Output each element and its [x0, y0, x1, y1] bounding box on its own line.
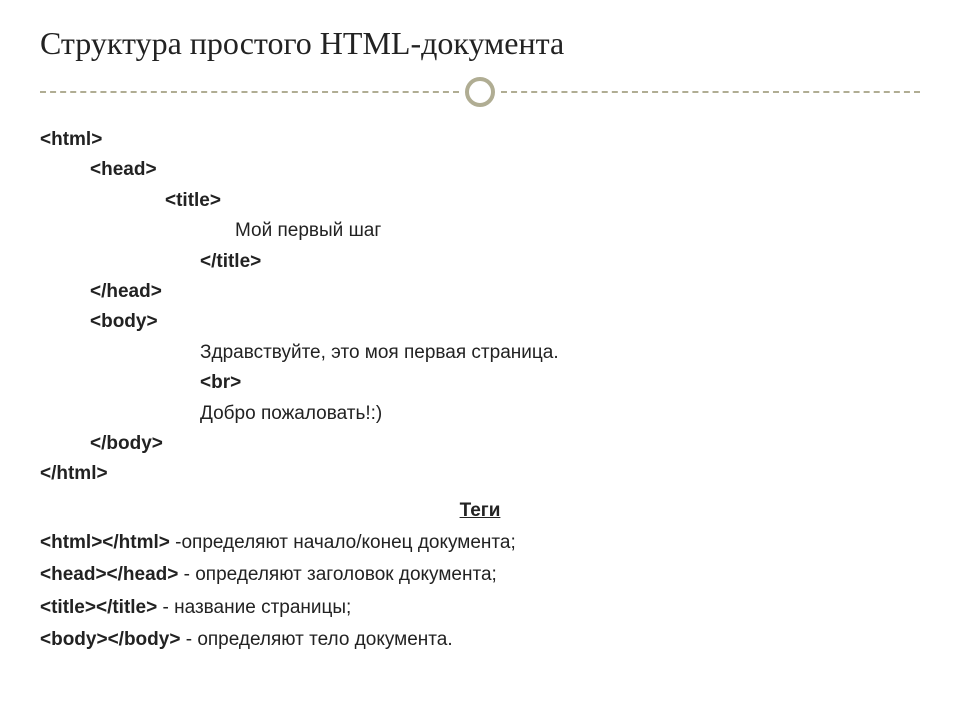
- code-body-br: <br>: [40, 368, 920, 398]
- desc-head: <head></head> - определяют заголовок док…: [40, 560, 920, 590]
- code-title-open: <title>: [40, 186, 920, 216]
- divider: [40, 77, 920, 107]
- code-body-close: </body>: [40, 429, 920, 459]
- desc-title-text: - название страницы;: [157, 597, 351, 618]
- code-head-close: </head>: [40, 277, 920, 307]
- code-body-line1: Здравствуйте, это моя первая страница.: [40, 338, 920, 368]
- desc-html: <html></html> -определяют начало/конец д…: [40, 528, 920, 558]
- desc-html-text: -определяют начало/конец документа;: [170, 532, 516, 553]
- divider-line-left: [40, 91, 459, 93]
- code-head-open: <head>: [40, 155, 920, 185]
- divider-line-right: [501, 91, 920, 93]
- desc-body-text: - определяют тело документа.: [180, 629, 452, 650]
- slide-container: Структура простого HTML-документа <html>…: [0, 0, 960, 720]
- desc-body: <body></body> - определяют тело документ…: [40, 625, 920, 655]
- code-html-open: <html>: [40, 125, 920, 155]
- tag-title: <title></title>: [40, 597, 157, 618]
- tag-html: <html></html>: [40, 532, 170, 553]
- circle-icon: [465, 77, 495, 107]
- code-body-open: <body>: [40, 307, 920, 337]
- code-title-close: </title>: [40, 247, 920, 277]
- code-title-content: Мой первый шаг: [40, 216, 920, 246]
- tags-heading: Теги: [40, 496, 920, 526]
- code-html-close: </html>: [40, 459, 920, 489]
- code-body-line2: Добро пожаловать!:): [40, 399, 920, 429]
- tag-head: <head></head>: [40, 564, 178, 585]
- tag-body: <body></body>: [40, 629, 180, 650]
- desc-head-text: - определяют заголовок документа;: [178, 564, 496, 585]
- desc-title: <title></title> - название страницы;: [40, 593, 920, 623]
- content-area: <html> <head> <title> Мой первый шаг </t…: [40, 125, 920, 656]
- slide-title: Структура простого HTML-документа: [40, 25, 920, 62]
